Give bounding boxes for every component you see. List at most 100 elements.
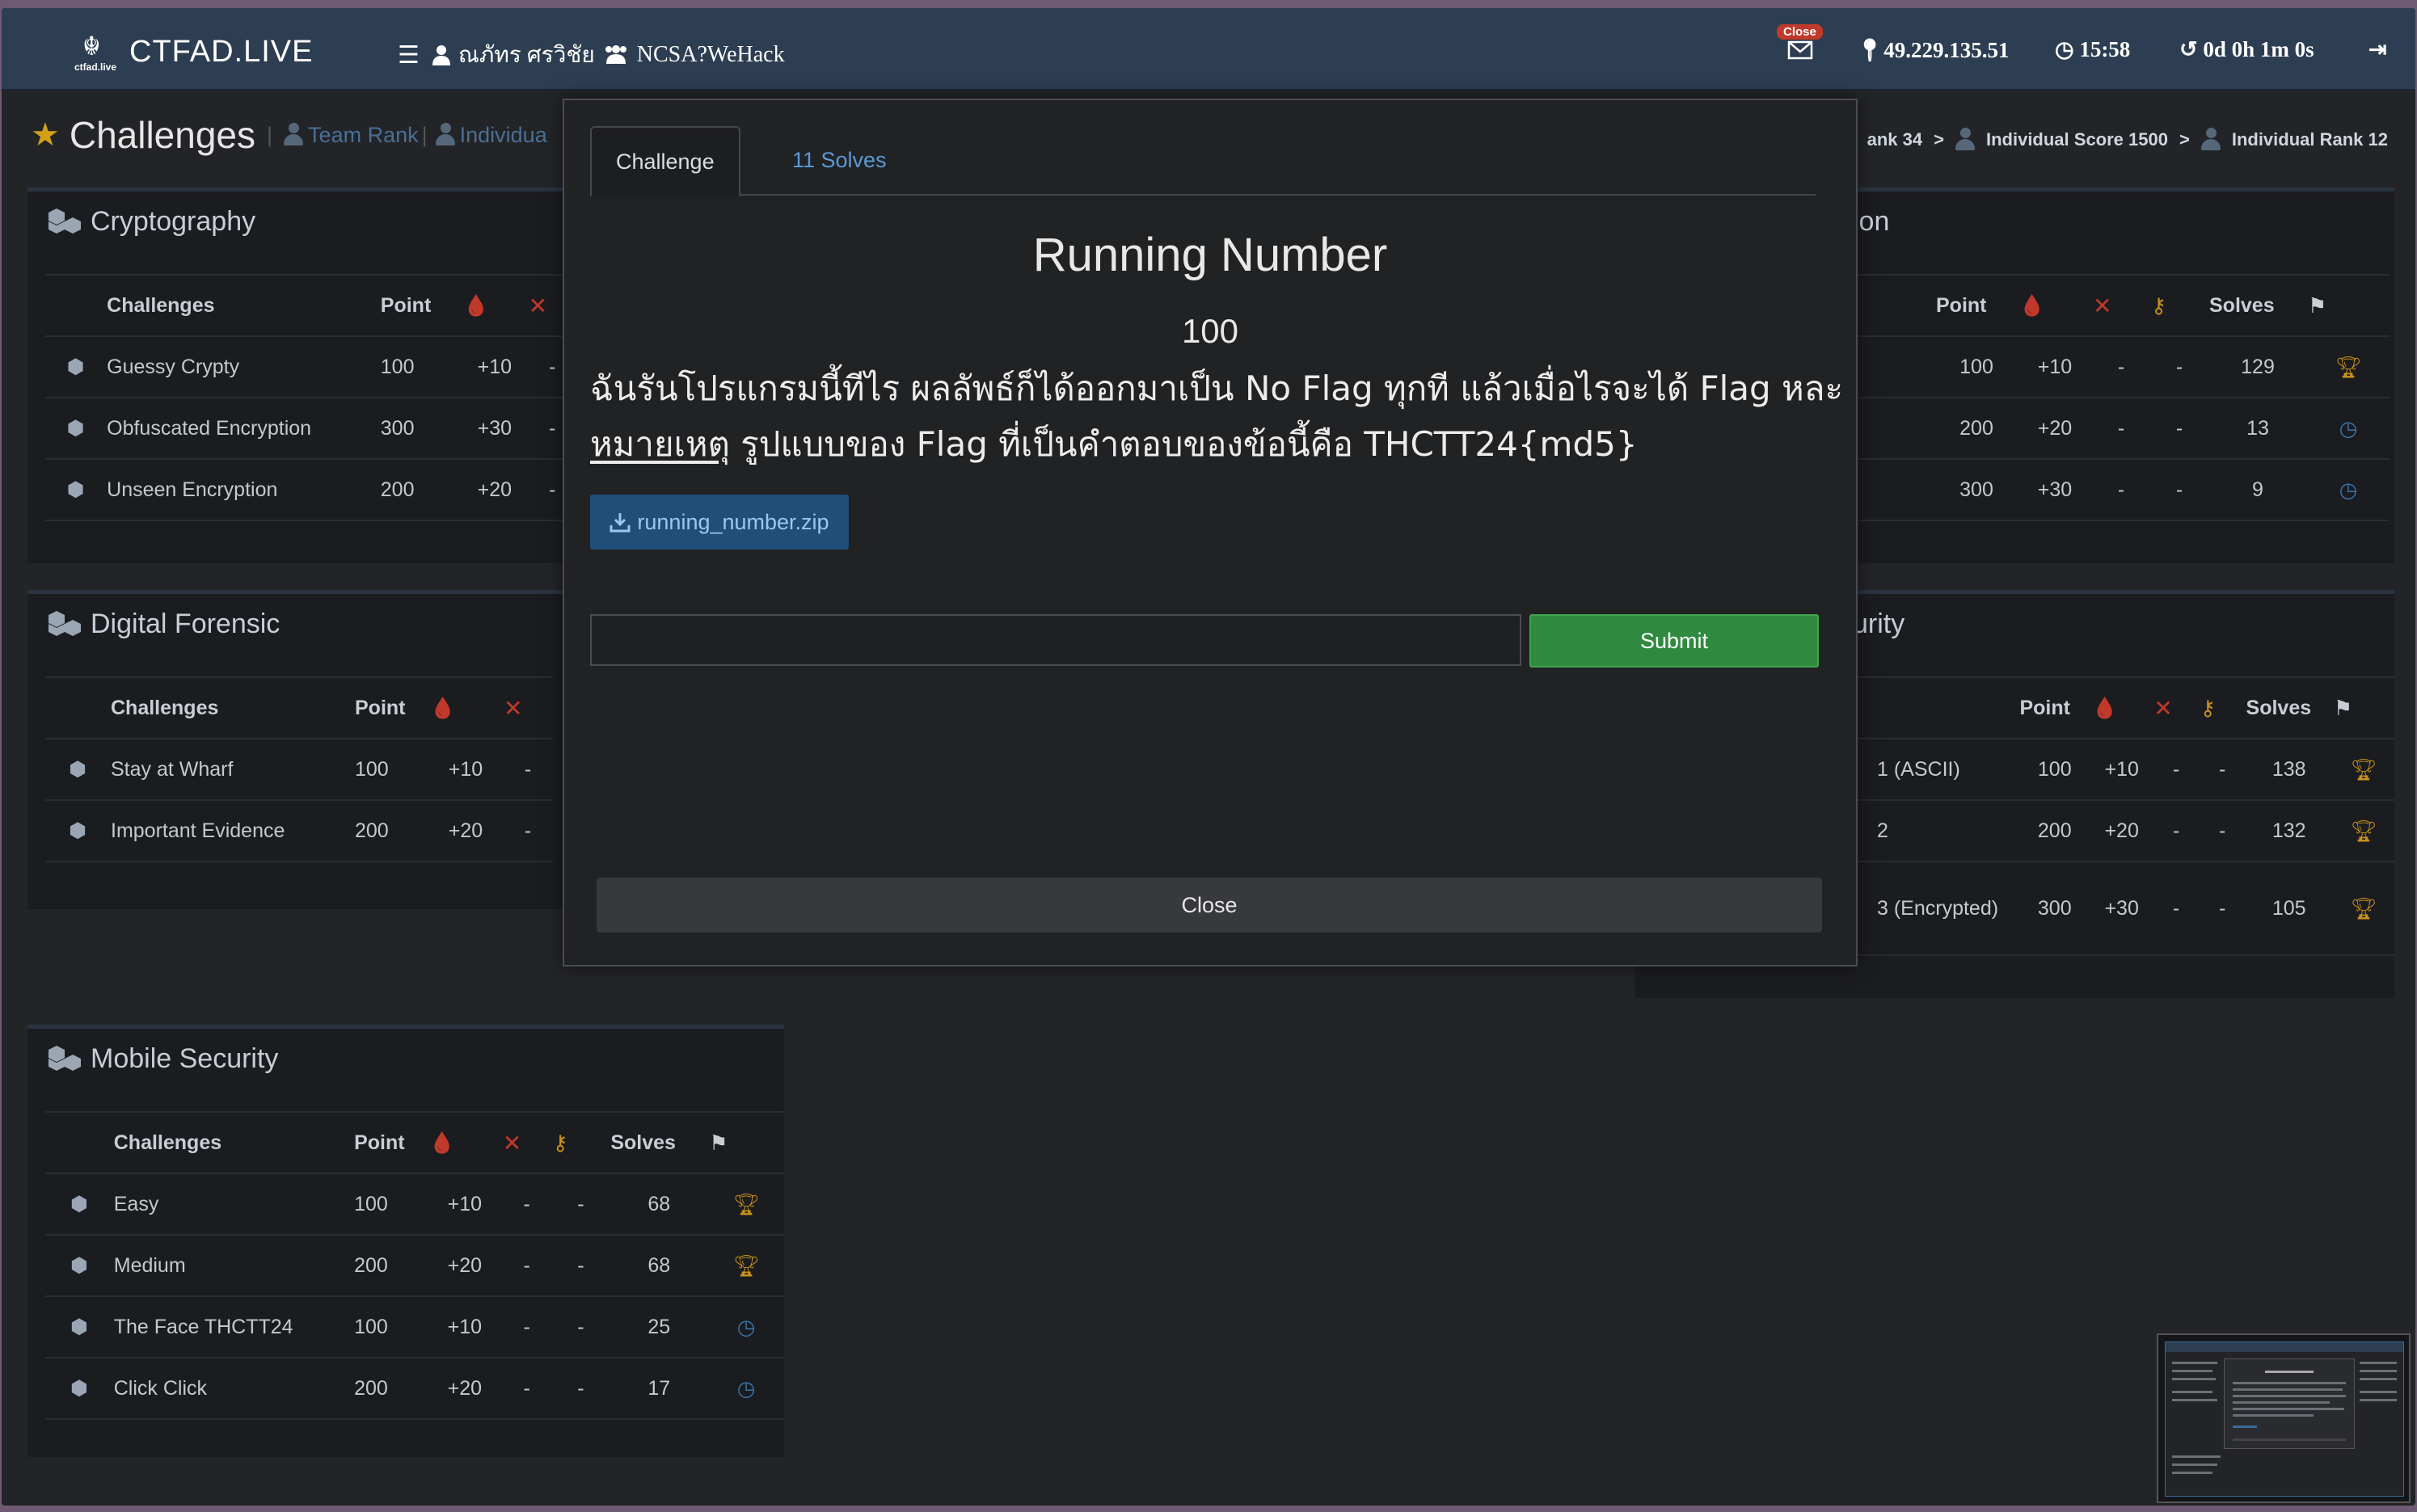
table-row[interactable]: ⬢ Obfuscated Encryption 300 +30 - [45, 398, 577, 460]
table-row[interactable]: ⬢ Click Click 200 +20 - - 17 ◷ [45, 1358, 784, 1420]
challenge-name[interactable]: Stay at Wharf [110, 739, 354, 801]
challenge-point: 100 [353, 1173, 428, 1236]
clock-icon: ◷ [2339, 415, 2358, 440]
times-icon: ✕ [528, 293, 548, 318]
table-header: Challenges Point 🩸︎ ✕ [45, 274, 577, 337]
table-row[interactable]: 2 200 +20 - - 132 🏆︎ [1829, 800, 2394, 862]
challenge-bonus: +20 [427, 1358, 502, 1420]
tab-challenge[interactable]: Challenge [590, 126, 740, 197]
user-name[interactable]: ณภัทร ศรวิชัย [458, 37, 595, 73]
challenge-point: 100 [379, 336, 462, 398]
download-file-button[interactable]: running_number.zip [590, 495, 849, 550]
table-row[interactable]: 300 +30 - - 9 ◷ [1829, 459, 2390, 521]
tab-solves[interactable]: 11 Solves [768, 126, 911, 194]
trophy-icon: 🏆︎ [2335, 354, 2362, 379]
cube-icon: ⬢ [66, 478, 85, 501]
thumbnail-preview [2165, 1341, 2404, 1497]
col-solves: Solves [610, 1111, 709, 1174]
challenge-bonus: +20 [2018, 398, 2092, 460]
col-challenges: Challenges [112, 1111, 354, 1174]
submit-button[interactable]: Submit [1529, 614, 1819, 668]
sign-out-icon[interactable]: ⇥ [2368, 37, 2387, 62]
col-point: Point [353, 1111, 428, 1174]
users-icon [605, 45, 626, 64]
challenge-point: 200 [353, 1235, 428, 1297]
flag-input[interactable] [590, 614, 1521, 666]
user-icon [284, 123, 304, 147]
col-point: Point [2018, 676, 2091, 739]
cube-icon: ⬢ [66, 417, 85, 440]
table-row[interactable]: ⬢ Easy 100 +10 - - 68 🏆︎ [45, 1173, 784, 1236]
challenge-name[interactable]: Easy [112, 1173, 354, 1236]
cube-icon: ⬢ [69, 819, 86, 842]
key-icon: ⚷ [552, 1130, 568, 1155]
flag-checkered-icon: ⚑ [2333, 695, 2353, 720]
challenge-point: 300 [1935, 459, 2018, 521]
table-row[interactable]: l 100 +10 - - 129 🏆︎ [1829, 336, 2390, 398]
table-row[interactable]: ⬢ Guessy Crypty 100 +10 - [45, 336, 577, 398]
user-icon [2200, 128, 2221, 152]
cube-icon: ⬢ [70, 1316, 88, 1338]
trophy-icon: 🏆︎ [732, 1253, 760, 1278]
challenge-point: 300 [2018, 861, 2091, 956]
bars-icon[interactable]: ☰ [398, 41, 420, 69]
challenge-name[interactable]: Important Evidence [110, 800, 354, 862]
challenge-table: Challenges Point 🩸︎ ✕ ⚷ Solves ⚑ ⬢ Easy … [45, 1111, 784, 1420]
page-title: Challenges [69, 114, 256, 156]
mail-badge[interactable]: Close [1777, 24, 1823, 40]
brand-link[interactable]: ☬ ctfad.live CTFAD.LIVE [74, 31, 314, 73]
challenge-dash: - [2153, 861, 2200, 956]
challenge-name[interactable]: Guessy Crypty [106, 336, 380, 398]
challenge-dash: - [501, 1173, 552, 1236]
panel-title: ion [1853, 206, 1890, 237]
team-rank-link[interactable]: Team Rank [308, 123, 419, 148]
challenge-title: Running Number [1032, 229, 1388, 281]
app-window: ☬ ctfad.live CTFAD.LIVE ☰ ณภัทร ศรวิชัย … [2, 8, 2415, 1506]
challenge-dash: - [2199, 800, 2246, 862]
clock-icon: ◷ [2339, 477, 2358, 502]
challenge-dash: - [501, 1296, 552, 1358]
table-row[interactable]: ⬢ The Face THCTT24 100 +10 - - 25 ◷ [45, 1296, 784, 1358]
current-time: ◷ 15:58 [2055, 37, 2131, 61]
challenge-points: 100 [1181, 312, 1239, 350]
team-name[interactable]: NCSA?WeHack [637, 42, 785, 68]
challenge-name[interactable]: Medium [112, 1235, 354, 1297]
table-row[interactable]: ⬢ Important Evidence 200 +20 - [45, 800, 553, 862]
table-row[interactable]: 3 (Encrypted) 300 +30 - - 105 🏆︎ [1829, 861, 2394, 956]
challenge-name[interactable]: Click Click [112, 1358, 354, 1420]
screenshot-thumbnail[interactable] [2157, 1333, 2411, 1503]
challenge-dash: - [2153, 800, 2200, 862]
table-row[interactable]: ⬢ Stay at Wharf 100 +10 - [45, 739, 553, 801]
challenge-bonus: +30 [462, 398, 528, 460]
clock-icon: ◷ [736, 1314, 756, 1339]
map-marker-icon: 📍︎ [1856, 38, 1884, 62]
col-point: Point [379, 274, 462, 337]
challenge-name[interactable]: The Face THCTT24 [112, 1296, 354, 1358]
first-blood-drop-icon: 🩸︎ [428, 1130, 455, 1155]
challenge-dash: - [2153, 739, 2200, 801]
challenge-name[interactable]: Obfuscated Encryption [106, 398, 380, 460]
table-row[interactable]: ⬢ Medium 200 +20 - - 68 🏆︎ [45, 1235, 784, 1297]
panel-title: Mobile Security [45, 1043, 278, 1075]
description-line-2: รูปแบบของ Flag ที่เป็นคำตอบของข้อนี้คือ … [729, 424, 1638, 464]
challenge-bonus: +10 [462, 336, 528, 398]
table-header: Point 🩸︎ ✕ ⚷ Solves ⚑ [1829, 676, 2394, 739]
challenge-name[interactable]: Unseen Encryption [106, 459, 380, 521]
challenge-dash: - [503, 800, 553, 862]
challenge-point: 200 [353, 1358, 428, 1420]
challenge-bonus: +10 [427, 1173, 502, 1236]
table-row[interactable]: 200 +20 - - 13 ◷ [1829, 398, 2390, 460]
col-solves: Solves [2208, 274, 2307, 337]
close-button[interactable]: Close [597, 878, 1822, 933]
table-row[interactable]: ⬢ Unseen Encryption 200 +20 - [45, 459, 577, 521]
key-icon: ⚷ [2151, 293, 2167, 318]
challenge-table: Challenges Point 🩸︎ ✕ ⬢ Guessy Crypty 10… [45, 274, 577, 521]
col-point: Point [354, 676, 428, 739]
challenge-modal: Challenge 11 Solves Running Number 100 ฉ… [563, 99, 1858, 967]
individual-link[interactable]: Individua [460, 123, 547, 148]
panel-digital-forensic: Digital Forensic Challenges Point 🩸︎ ✕ ⬢… [27, 590, 577, 909]
challenge-point: 100 [353, 1296, 428, 1358]
top-navbar: ☬ ctfad.live CTFAD.LIVE ☰ ณภัทร ศรวิชัย … [2, 8, 2415, 91]
table-header: Point 🩸︎ ✕ ⚷ Solves ⚑ [1829, 274, 2390, 337]
table-row[interactable]: 1 (ASCII) 100 +10 - - 138 🏆︎ [1829, 739, 2394, 801]
